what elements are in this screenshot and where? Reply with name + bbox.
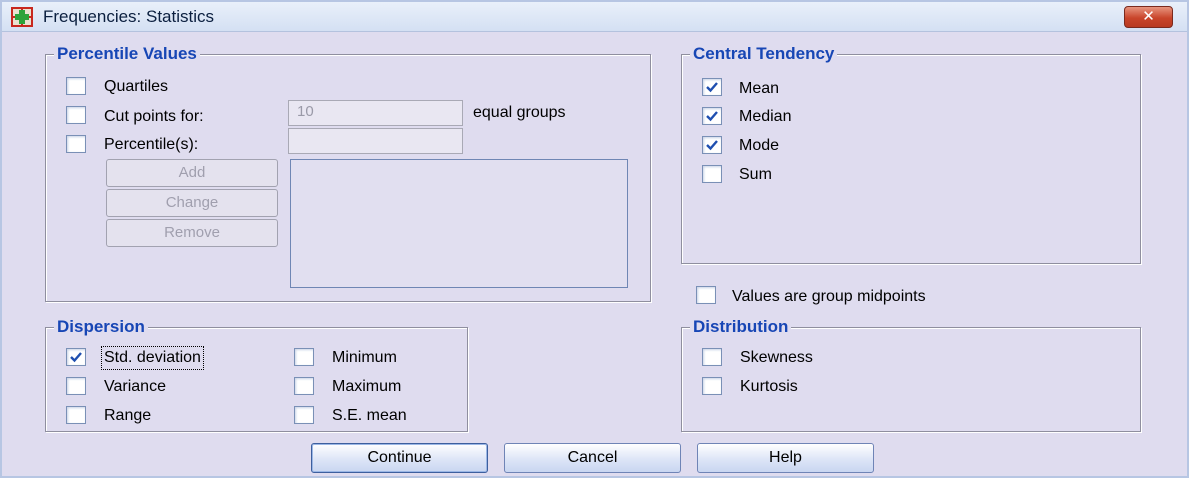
add-button[interactable]: Add	[106, 159, 278, 187]
check-icon	[706, 111, 718, 122]
mode-label[interactable]: Mode	[739, 137, 779, 155]
percentile-input[interactable]	[288, 128, 463, 154]
title-bar[interactable]: Frequencies: Statistics ✕	[2, 2, 1187, 32]
group-midpoints-label[interactable]: Values are group midpoints	[732, 288, 926, 306]
equal-groups-label: equal groups	[473, 104, 566, 121]
dialog-window: Frequencies: Statistics ✕ Percentile Val…	[0, 0, 1189, 478]
cancel-button[interactable]: Cancel	[504, 443, 681, 473]
central-tendency-title: Central Tendency	[690, 44, 838, 64]
maximum-label[interactable]: Maximum	[332, 378, 401, 396]
mean-checkbox[interactable]	[702, 78, 722, 96]
quartiles-label[interactable]: Quartiles	[104, 78, 168, 96]
continue-button[interactable]: Continue	[311, 443, 488, 473]
mode-checkbox[interactable]	[702, 136, 722, 154]
range-label[interactable]: Range	[104, 407, 151, 425]
check-icon	[706, 140, 718, 151]
check-icon	[706, 82, 718, 93]
quartiles-checkbox[interactable]	[66, 77, 86, 95]
variance-checkbox[interactable]	[66, 377, 86, 395]
minimum-checkbox[interactable]	[294, 348, 314, 366]
distribution-title: Distribution	[690, 317, 792, 337]
remove-button[interactable]: Remove	[106, 219, 278, 247]
skewness-checkbox[interactable]	[702, 348, 722, 366]
kurtosis-label[interactable]: Kurtosis	[740, 378, 798, 396]
std-deviation-label[interactable]: Std. deviation	[101, 346, 204, 370]
change-button[interactable]: Change	[106, 189, 278, 217]
spss-frequencies-icon	[11, 7, 33, 27]
maximum-checkbox[interactable]	[294, 377, 314, 395]
range-checkbox[interactable]	[66, 406, 86, 424]
cut-points-input[interactable]: 10	[288, 100, 463, 126]
check-icon	[70, 352, 82, 363]
kurtosis-checkbox[interactable]	[702, 377, 722, 395]
median-label[interactable]: Median	[739, 108, 791, 126]
percentile-values-title: Percentile Values	[54, 44, 200, 64]
std-deviation-checkbox[interactable]	[66, 348, 86, 366]
median-checkbox[interactable]	[702, 107, 722, 125]
close-icon[interactable]: ✕	[1124, 6, 1173, 28]
variance-label[interactable]: Variance	[104, 378, 166, 396]
sum-label[interactable]: Sum	[739, 166, 772, 184]
dispersion-title: Dispersion	[54, 317, 148, 337]
minimum-label[interactable]: Minimum	[332, 349, 397, 367]
window-title: Frequencies: Statistics	[43, 7, 215, 26]
percentiles-checkbox[interactable]	[66, 135, 86, 153]
group-midpoints-checkbox[interactable]	[696, 286, 716, 304]
cut-points-checkbox[interactable]	[66, 106, 86, 124]
skewness-label[interactable]: Skewness	[740, 349, 813, 367]
sum-checkbox[interactable]	[702, 165, 722, 183]
se-mean-label[interactable]: S.E. mean	[332, 407, 407, 425]
cut-points-label[interactable]: Cut points for:	[104, 108, 204, 126]
percentiles-label[interactable]: Percentile(s):	[104, 136, 198, 154]
percentile-listbox[interactable]	[290, 159, 628, 288]
help-button[interactable]: Help	[697, 443, 874, 473]
mean-label[interactable]: Mean	[739, 80, 779, 98]
se-mean-checkbox[interactable]	[294, 406, 314, 424]
